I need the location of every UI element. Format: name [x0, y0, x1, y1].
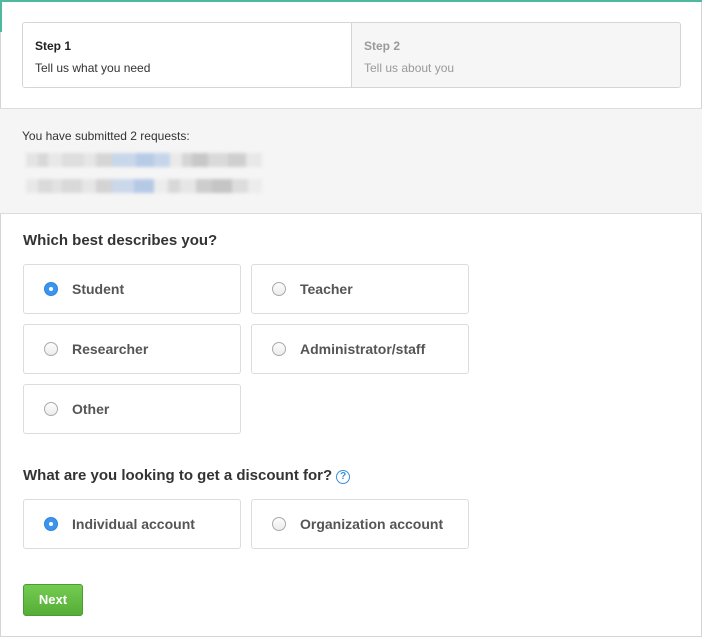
individual-account-radio[interactable]	[44, 517, 58, 531]
option-organization-account[interactable]: Organization account	[251, 499, 469, 549]
step-2-number: Step 2	[364, 39, 401, 53]
accent-bar-top	[0, 0, 702, 2]
other-radio[interactable]	[44, 402, 58, 416]
redacted-request-2	[26, 179, 282, 193]
discount-question-row: What are you looking to get a discount f…	[23, 467, 351, 484]
step-2-description: Tell us about you	[364, 60, 455, 75]
researcher-radio[interactable]	[44, 342, 58, 356]
option-student[interactable]: Student	[23, 264, 241, 314]
next-button[interactable]: Next	[23, 584, 83, 616]
other-label: Other	[72, 401, 110, 417]
teacher-label: Teacher	[300, 281, 353, 297]
option-individual-account[interactable]: Individual account	[23, 499, 241, 549]
describes-you-question: Which best describes you?	[23, 232, 218, 249]
step-1-description: Tell us what you need	[35, 60, 151, 75]
step-2: Step 2 Tell us about you	[352, 23, 680, 87]
option-other[interactable]: Other	[23, 384, 241, 434]
researcher-label: Researcher	[72, 341, 149, 357]
organization-account-label: Organization account	[300, 516, 444, 532]
submitted-requests-panel: You have submitted 2 requests:	[0, 108, 702, 214]
option-administrator-staff[interactable]: Administrator/staff	[251, 324, 469, 374]
stepper: Step 1 Tell us what you need Step 2 Tell…	[22, 22, 681, 88]
teacher-radio[interactable]	[272, 282, 286, 296]
step-1-number: Step 1	[35, 39, 72, 53]
accent-bar-left	[0, 0, 2, 32]
student-label: Student	[72, 281, 125, 297]
step-1: Step 1 Tell us what you need	[23, 23, 352, 87]
administrator-staff-label: Administrator/staff	[300, 341, 426, 357]
organization-account-radio[interactable]	[272, 517, 286, 531]
administrator-staff-radio[interactable]	[272, 342, 286, 356]
individual-account-label: Individual account	[72, 516, 195, 532]
option-teacher[interactable]: Teacher	[251, 264, 469, 314]
discount-question: What are you looking to get a discount f…	[23, 467, 333, 484]
option-researcher[interactable]: Researcher	[23, 324, 241, 374]
student-radio[interactable]	[44, 282, 58, 296]
redacted-request-1	[26, 153, 282, 167]
question-circle-icon[interactable]: ?	[336, 470, 351, 484]
submitted-requests-title: You have submitted 2 requests:	[22, 129, 190, 143]
